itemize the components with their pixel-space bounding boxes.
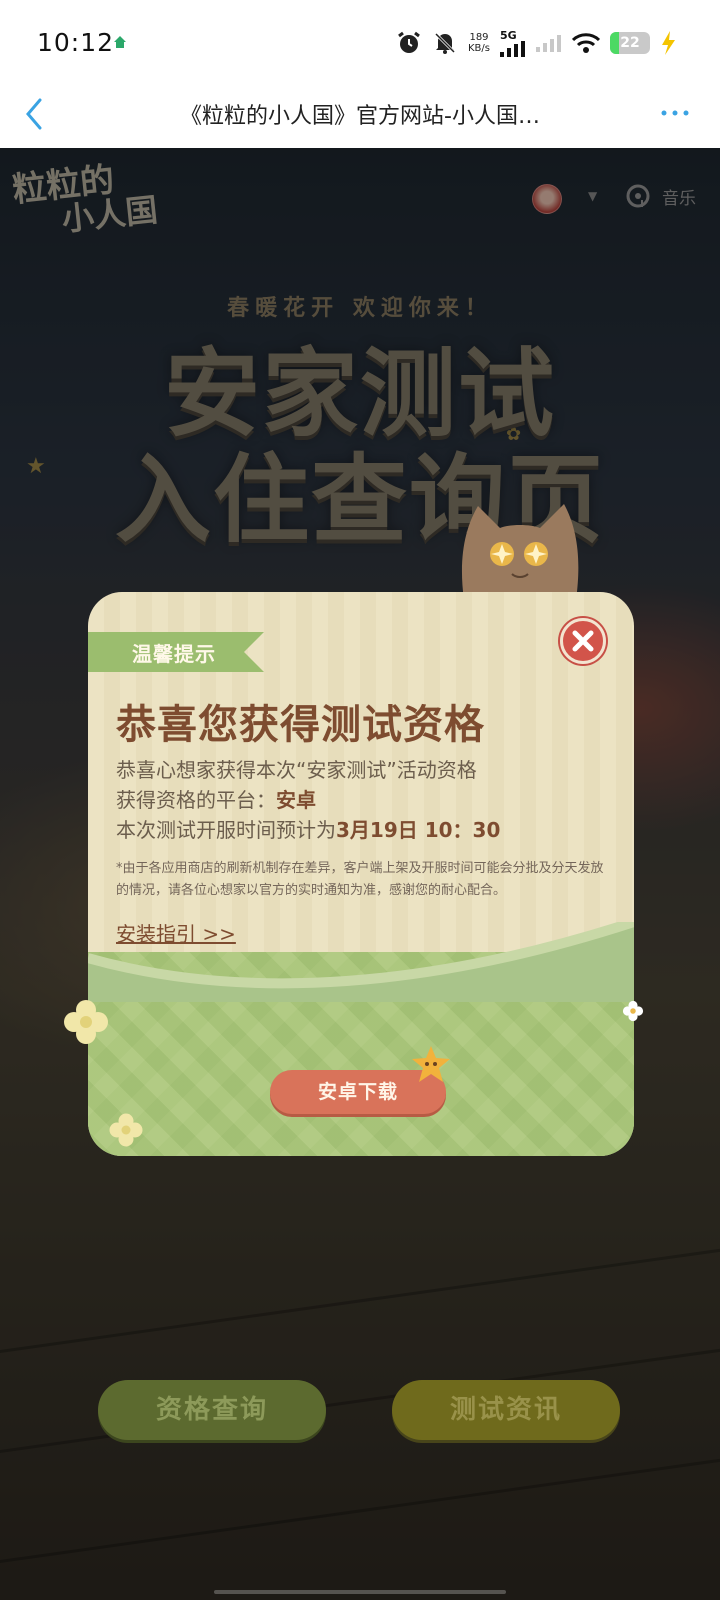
- star-sticker-icon: [412, 1046, 450, 1082]
- signal-icon-secondary: [536, 35, 561, 52]
- home-indicator[interactable]: [214, 1590, 506, 1594]
- page-title: 《粒粒的小人国》官方网站-小人国…: [180, 104, 540, 129]
- platform-label: 获得资格的平台：: [116, 788, 276, 812]
- flower-decoration: [109, 1113, 143, 1147]
- dialog-note: *由于各应用商店的刷新机制存在差异，客户端上架及开服时间可能会分批及分天发放的情…: [116, 861, 604, 898]
- battery-indicator: 22: [610, 32, 650, 54]
- status-bar: 10:12 189 KB/s 5G 22: [0, 0, 720, 86]
- qualification-check-button[interactable]: 资格查询: [98, 1380, 326, 1440]
- game-scene: ★ ✿ 粒粒的 小人国 ▼ 音乐 春暖花开 欢迎你来！ 安家测试 入住查询页 温…: [0, 148, 720, 1600]
- dialog-line-qualification: 恭喜心想家获得本次“安家测试”活动资格: [116, 758, 477, 782]
- signal-5g: 5G: [500, 30, 526, 57]
- close-icon: [572, 630, 594, 652]
- install-guide-link[interactable]: 安装指引 >>: [116, 918, 236, 947]
- close-button[interactable]: [560, 618, 606, 664]
- lightning-icon: [662, 31, 675, 55]
- platform-value: 安卓: [276, 788, 316, 812]
- dialog-line-platform: 获得资格的平台：安卓: [116, 784, 316, 813]
- net-speed-unit: KB/s: [468, 43, 490, 54]
- dialog-heading: 恭喜您获得测试资格: [116, 702, 485, 748]
- tip-tag-label: 温馨提示: [132, 642, 216, 666]
- test-news-button[interactable]: 测试资讯: [392, 1380, 620, 1440]
- status-icons: 189 KB/s 5G 22: [396, 26, 676, 60]
- open-time-label: 本次测试开服时间预计为: [116, 818, 336, 842]
- more-dots-icon[interactable]: [660, 108, 690, 118]
- open-time-value: 3月19日 10：30: [336, 818, 501, 842]
- browser-title-bar: 《粒粒的小人国》官方网站-小人国…: [0, 86, 720, 148]
- alarm-icon: [398, 31, 420, 53]
- status-time: 10:12: [37, 28, 115, 57]
- net-speed: 189 KB/s: [468, 32, 490, 54]
- cat-mascot: [461, 504, 579, 600]
- signal-icon: [500, 40, 525, 57]
- flower-decoration: [622, 1000, 644, 1022]
- qualification-dialog: 温馨提示 恭喜您获得测试资格 恭喜心想家获得本次“安家测试”活动资格 获得资格的…: [88, 592, 634, 1156]
- home-app-icon: [114, 36, 126, 48]
- wifi-icon: [572, 33, 600, 53]
- chevron-left-icon[interactable]: [18, 94, 48, 134]
- flower-decoration: [64, 1000, 108, 1044]
- dialog-line-open-time: 本次测试开服时间预计为3月19日 10：30: [116, 814, 500, 843]
- battery-level: 22: [620, 35, 640, 51]
- network-type: 5G: [500, 28, 517, 42]
- net-speed-value: 189: [469, 32, 489, 43]
- bell-off-icon: [434, 32, 456, 54]
